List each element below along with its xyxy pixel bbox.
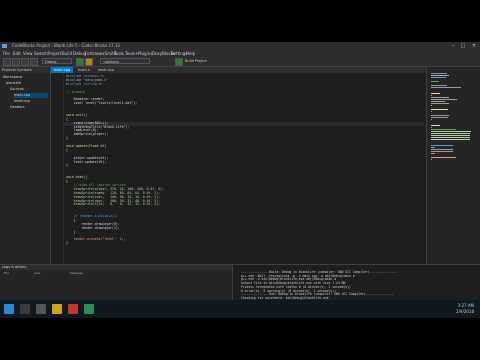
system-clock[interactable]: 3:27 AM 2/9/2018 <box>456 303 474 315</box>
minimap-line <box>431 157 456 158</box>
project-explorer: Projects Symbols Workspace blanklife Sou… <box>0 67 51 264</box>
menu-edit[interactable]: Edit <box>13 50 21 57</box>
menu-help[interactable]: Help <box>186 50 195 57</box>
code-line[interactable]: drawSprite(tile, 0, 0, 32, 32, 0.0f, 4); <box>66 202 164 207</box>
logs-columns: File Line Message <box>0 271 232 276</box>
new-file-icon[interactable] <box>3 58 11 66</box>
letterbox-top <box>0 0 480 42</box>
run-icon[interactable] <box>76 58 84 66</box>
minimap-line <box>431 129 456 130</box>
menu-project[interactable]: Project <box>48 50 62 57</box>
minimap-line <box>431 93 440 94</box>
browser-icon[interactable] <box>68 304 78 314</box>
code-editor[interactable]: #include <windows.h> #include "data/game.… <box>51 73 426 264</box>
close-button[interactable]: ✕ <box>469 42 479 50</box>
save-icon[interactable] <box>21 58 29 66</box>
minimap-line <box>431 77 447 78</box>
minimap-line <box>431 95 432 96</box>
minimap-line <box>431 125 440 126</box>
minimap-line <box>431 99 458 100</box>
save-all-icon[interactable] <box>30 58 38 66</box>
minimap[interactable] <box>426 67 480 264</box>
build-target-select[interactable]: Debug <box>42 58 72 64</box>
minimap-line <box>431 103 449 104</box>
minimap-line <box>431 135 471 136</box>
minimap-line <box>431 109 448 110</box>
title-bar: CodeBlocks Project - Blank Life 5 - Code… <box>0 42 480 50</box>
build-icon[interactable] <box>85 58 93 66</box>
minimize-button[interactable]: – <box>448 42 458 50</box>
col-message[interactable]: Message <box>70 271 83 276</box>
minimap-line <box>431 119 432 120</box>
menu-bar: File Edit View Search Project Build Debu… <box>0 50 480 57</box>
start-icon[interactable] <box>4 304 14 314</box>
col-file[interactable]: File <box>4 271 9 276</box>
maximize-button[interactable]: □ <box>458 42 468 50</box>
tree-level-cpp[interactable]: level.cpp <box>14 99 30 104</box>
search-icon[interactable] <box>20 304 30 314</box>
minimap-line <box>431 115 449 116</box>
minimap-line <box>431 75 449 76</box>
line-number-gutter <box>51 73 64 264</box>
menu-file[interactable]: File <box>3 50 10 57</box>
minimap-line <box>431 133 471 134</box>
build-project-label[interactable]: Build Project <box>185 58 207 65</box>
menu-tools[interactable]: Tools <box>114 50 124 57</box>
minimap-line <box>431 147 435 148</box>
minimap-line <box>431 105 432 106</box>
tree-sources[interactable]: Sources <box>10 87 24 92</box>
minimap-line <box>431 151 454 152</box>
window-title: CodeBlocks Project - Blank Life 5 - Code… <box>12 43 121 48</box>
menu-fortran[interactable]: Fortran <box>85 50 99 57</box>
menu-search[interactable]: Search <box>34 50 48 57</box>
code-line[interactable]: } <box>66 241 164 246</box>
clock-date: 2/9/2018 <box>456 309 474 314</box>
minimap-line <box>431 101 445 102</box>
minimap-line <box>431 85 447 86</box>
minimap-line <box>431 81 439 82</box>
tree-main-cpp[interactable]: main.cpp <box>14 93 48 98</box>
minimap-line <box>431 159 432 160</box>
minimap-line <box>431 149 454 150</box>
menu-plugins[interactable]: Plugins <box>138 50 152 57</box>
minimap-line <box>431 97 449 98</box>
codeblocks-taskbar-icon[interactable] <box>84 304 94 314</box>
explorer-header: Projects Symbols <box>0 67 50 73</box>
minimap-line <box>431 139 471 140</box>
minimap-line <box>431 137 471 138</box>
open-file-icon[interactable] <box>12 58 20 66</box>
minimap-line <box>431 111 432 112</box>
minimap-line <box>431 131 471 132</box>
logs-panel-title: Logs & others <box>0 265 232 270</box>
windows-taskbar: 3:27 AM 2/9/2018 <box>0 300 480 318</box>
menu-settings[interactable]: Settings <box>171 50 187 57</box>
menu-tools-plus[interactable]: Tools+ <box>125 50 138 57</box>
code-text[interactable]: #include <windows.h> #include "data/game.… <box>66 74 164 246</box>
scope-select[interactable]: <global> <box>100 58 150 64</box>
file-explorer-icon[interactable] <box>52 304 62 314</box>
minimap-line <box>431 153 435 154</box>
minimap-line <box>431 73 447 74</box>
menu-build[interactable]: Build <box>62 50 72 57</box>
ide-window: CodeBlocks Project - Blank Life 5 - Code… <box>0 42 480 318</box>
toolbar: Debug <global> Build Project <box>0 57 480 67</box>
app-icon <box>2 44 7 48</box>
col-line[interactable]: Line <box>34 271 40 276</box>
task-view-icon[interactable] <box>36 304 46 314</box>
minimap-line <box>431 145 453 146</box>
minimap-line <box>431 127 432 128</box>
minimap-line <box>431 117 448 118</box>
menu-view[interactable]: View <box>23 50 33 57</box>
minimap-line <box>431 87 461 88</box>
tree-workspace[interactable]: Workspace <box>3 75 22 80</box>
letterbox-bottom <box>0 318 480 360</box>
tree-headers[interactable]: Headers <box>10 105 25 110</box>
build-project-icon[interactable] <box>175 58 183 66</box>
tree-project[interactable]: blanklife <box>6 81 21 86</box>
